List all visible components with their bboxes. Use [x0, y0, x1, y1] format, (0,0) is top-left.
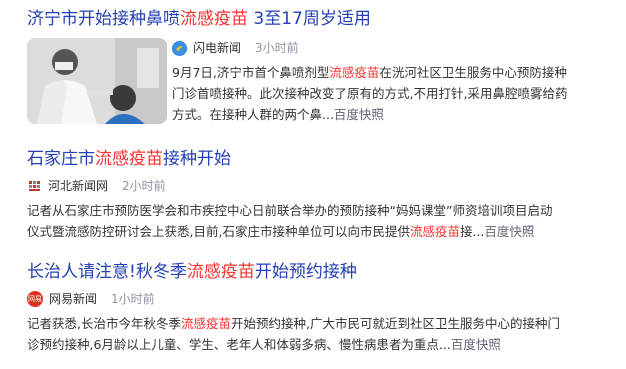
search-result-meta: 闪电新闻 3小时前 9月7日,济宁市首个鼻喷剂型流感疫苗在洸河社区卫生服务中心预…	[172, 40, 612, 125]
result-title-link[interactable]: 石家庄市流感疫苗接种开始	[27, 148, 607, 170]
netease-news-icon: 网易	[27, 291, 43, 307]
title-text: 石家庄市	[27, 149, 95, 169]
result-snippet: 9月7日,济宁市首个鼻喷剂型流感疫苗在洸河社区卫生服务中心预防接种 门诊首喷接种…	[172, 65, 568, 122]
publish-time: 3小时前	[255, 41, 299, 55]
search-result: 济宁市开始接种鼻喷流感疫苗 3至17周岁适用	[27, 8, 371, 30]
snapshot-link[interactable]: 百度快照	[451, 337, 501, 352]
title-text: 长治人请注意!秋冬季	[27, 262, 187, 282]
title-highlight: 流感疫苗	[95, 149, 163, 169]
title-text: 济宁市开始接种鼻喷	[27, 9, 180, 29]
title-text: 3至17周岁适用	[248, 9, 371, 29]
hebei-news-icon	[27, 178, 42, 194]
snapshot-link[interactable]: 百度快照	[334, 107, 384, 122]
result-title-link[interactable]: 济宁市开始接种鼻喷流感疫苗 3至17周岁适用	[27, 8, 371, 30]
title-text: 开始预约接种	[254, 262, 357, 282]
source-name[interactable]: 闪电新闻	[193, 40, 241, 56]
source-name[interactable]: 网易新闻	[49, 291, 97, 307]
title-text: 接种开始	[163, 149, 231, 169]
title-highlight: 流感疫苗	[186, 262, 255, 282]
shandian-news-icon	[172, 40, 187, 56]
publish-time: 1小时前	[111, 292, 155, 306]
title-highlight: 流感疫苗	[180, 9, 248, 29]
search-result: 石家庄市流感疫苗接种开始 河北新闻网 2小时前 记者从石家庄市预防医学会和市疾控…	[27, 148, 607, 242]
source-name[interactable]: 河北新闻网	[48, 178, 108, 194]
publish-time: 2小时前	[122, 179, 166, 193]
news-thumbnail[interactable]	[27, 38, 167, 124]
result-snippet: 记者从石家庄市预防医学会和市疾控中心日前联合举办的预防接种“妈妈课堂”师资培训项…	[27, 203, 553, 239]
snapshot-link[interactable]: 百度快照	[484, 224, 534, 239]
result-snippet: 记者获悉,长治市今年秋冬季流感疫苗开始预约接种,广大市民可就近到社区卫生服务中心…	[27, 316, 560, 352]
result-title-link[interactable]: 长治人请注意!秋冬季流感疫苗开始预约接种	[27, 261, 607, 283]
search-result: 长治人请注意!秋冬季流感疫苗开始预约接种 网易 网易新闻 1小时前 记者获悉,长…	[27, 261, 607, 355]
